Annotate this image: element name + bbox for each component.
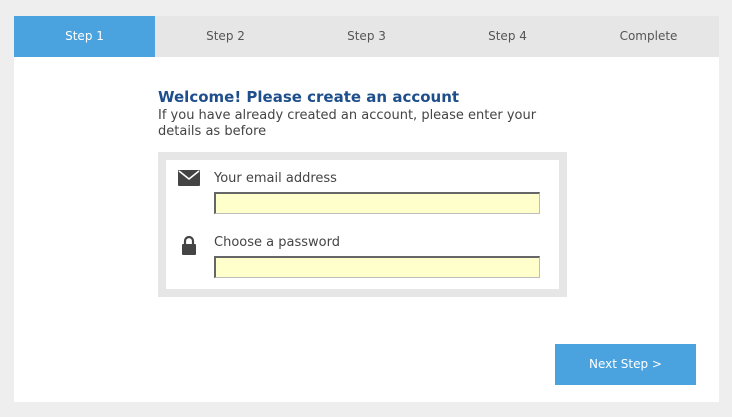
- step-tab-complete[interactable]: Complete: [578, 16, 719, 57]
- envelope-icon: [178, 170, 200, 190]
- next-step-button[interactable]: Next Step >: [555, 344, 696, 385]
- email-field[interactable]: [214, 192, 540, 214]
- signup-panel: Step 1 Step 2 Step 3 Step 4 Complete Wel…: [14, 16, 719, 402]
- page-title: Welcome! Please create an account: [158, 88, 460, 106]
- email-label: Your email address: [214, 171, 337, 186]
- step-progress-bar: Step 1 Step 2 Step 3 Step 4 Complete: [14, 16, 719, 57]
- step-tab-2[interactable]: Step 2: [155, 16, 296, 57]
- page-subtitle: If you have already created an account, …: [158, 108, 537, 139]
- password-field[interactable]: [214, 256, 540, 278]
- step-tab-3[interactable]: Step 3: [296, 16, 437, 57]
- lock-icon: [181, 235, 197, 259]
- account-form-inner: Your email address Choose a password: [166, 160, 559, 289]
- step-tab-1[interactable]: Step 1: [14, 16, 155, 57]
- password-label: Choose a password: [214, 235, 340, 250]
- account-form: Your email address Choose a password: [158, 152, 567, 297]
- step-tab-4[interactable]: Step 4: [437, 16, 578, 57]
